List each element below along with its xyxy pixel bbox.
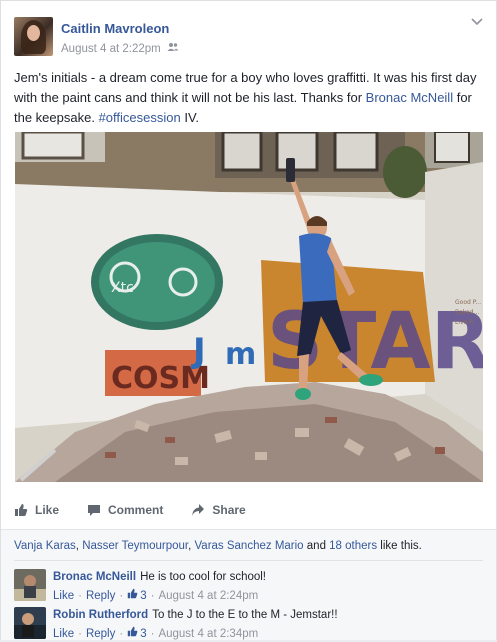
post-text-part: IV. [180, 110, 200, 125]
svg-text:Good P...: Good P... [455, 299, 481, 306]
svg-text:Live R: Live R [455, 319, 473, 326]
meta-dot: · [150, 590, 155, 602]
commenter-avatar[interactable] [14, 569, 46, 601]
post-timestamp[interactable]: August 4 at 2:22pm [61, 43, 161, 55]
liker-link[interactable]: Varas Sanchez Mario [194, 540, 303, 552]
liker-link[interactable]: Vanja Karas [14, 540, 76, 552]
likes-others-link[interactable]: 18 others [329, 540, 377, 552]
post-photo[interactable]: Xtc COSM J m STAR Good P... Baked... Liv… [15, 132, 483, 482]
comment-like-link[interactable]: Like [53, 588, 74, 604]
audience-friends-icon[interactable] [167, 42, 179, 55]
divider [14, 560, 483, 561]
post-header: Caitlin Mavroleon August 4 at 2:22pm [14, 17, 484, 57]
share-label: Share [212, 503, 246, 517]
comment-text: To the J to the E to the M - Jemstar!! [152, 609, 338, 621]
svg-text:Baked...: Baked... [455, 309, 479, 316]
commenter-name[interactable]: Robin Rutherford [53, 609, 148, 621]
comment-like-count[interactable]: 3 [127, 588, 147, 604]
likes-suffix: like this. [377, 540, 422, 552]
chevron-down-icon[interactable] [470, 17, 484, 31]
comment-timestamp[interactable]: August 4 at 2:24pm [158, 588, 258, 604]
share-button[interactable]: Share [191, 503, 246, 517]
svg-text:m: m [225, 337, 256, 372]
hashtag-link[interactable]: #officesession [99, 110, 181, 125]
post-text: Jem's initials - a dream come true for a… [14, 68, 484, 128]
comment-item: Bronac McNeill He is too cool for school!… [14, 567, 484, 602]
author-avatar[interactable] [14, 17, 53, 56]
liker-link[interactable]: Nasser Teymourpour [82, 540, 188, 552]
like-label: Like [35, 503, 60, 517]
thumbs-up-icon [14, 503, 28, 517]
author-name[interactable]: Caitlin Mavroleon [61, 21, 169, 36]
reactions-panel: Vanja Karas, Nasser Teymourpour, Varas S… [1, 529, 496, 640]
post-card: Caitlin Mavroleon August 4 at 2:22pm Jem… [0, 0, 497, 640]
share-icon [191, 503, 205, 517]
like-button[interactable]: Like [14, 503, 59, 517]
comment-body: Bronac McNeill He is too cool for school!… [53, 569, 266, 604]
comment-meta: Like · Reply · 3 · August 4 at 2:24pm [53, 588, 266, 604]
comment-label: Comment [108, 503, 164, 517]
post-actions: Like Comment Share [14, 498, 484, 522]
likes-and: and [303, 540, 330, 552]
comment-reply-link[interactable]: Reply [86, 588, 115, 604]
comment-icon [87, 503, 101, 517]
comment-text: He is too cool for school! [140, 571, 266, 583]
comment-body: Robin Rutherford To the J to the E to the… [53, 607, 338, 642]
likes-summary: Vanja Karas, Nasser Teymourpour, Varas S… [14, 540, 422, 552]
svg-text:J: J [191, 331, 206, 371]
thumbs-up-icon [127, 588, 138, 604]
commenter-avatar[interactable] [14, 607, 46, 639]
like-count-value: 3 [140, 590, 147, 602]
comment-button[interactable]: Comment [87, 503, 163, 517]
comment-item: Robin Rutherford To the J to the E to the… [14, 605, 484, 640]
meta-dot: · [78, 590, 82, 602]
commenter-name[interactable]: Bronac McNeill [53, 571, 136, 583]
post-meta: August 4 at 2:22pm [61, 42, 179, 55]
meta-dot: · [119, 590, 124, 602]
svg-text:Xtc: Xtc [111, 280, 134, 296]
mention-link[interactable]: Bronac McNeill [366, 90, 453, 105]
